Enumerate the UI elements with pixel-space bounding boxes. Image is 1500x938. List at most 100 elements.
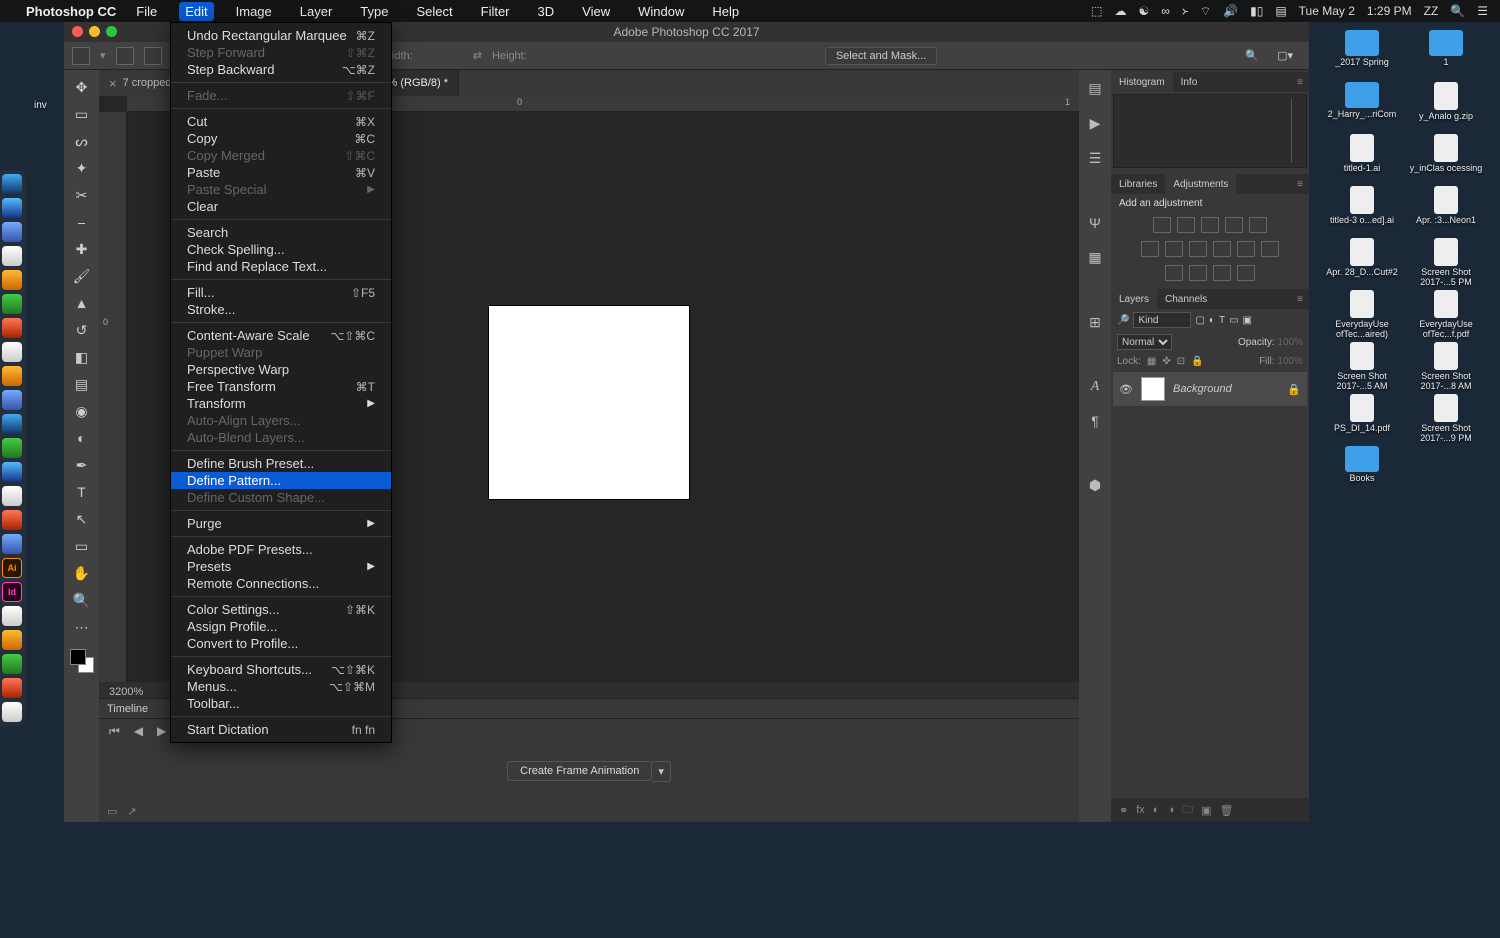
hand-tool[interactable]: ✋ <box>70 562 94 584</box>
edit-menu-item[interactable]: Paste⌘V <box>171 164 391 181</box>
character-panel-icon[interactable]: ⊞ <box>1089 314 1101 331</box>
colorlookup-icon[interactable] <box>1237 241 1255 257</box>
properties-panel-icon[interactable]: ☰ <box>1089 150 1102 167</box>
swatches-panel-icon[interactable]: ▦ <box>1088 249 1101 266</box>
move-tool[interactable]: ✥ <box>70 76 94 98</box>
spotlight-icon[interactable]: 🔍 <box>1450 4 1465 18</box>
timeline-slider-icon[interactable]: ▭ <box>107 805 117 818</box>
curves-icon[interactable] <box>1201 217 1219 233</box>
desktop-file[interactable]: _2017 Spring <box>1324 30 1400 78</box>
add-selection-icon[interactable] <box>144 47 162 65</box>
desktop-file[interactable]: Screen Shot 2017-...5 PM <box>1408 238 1484 286</box>
notification-icon[interactable]: ☰ <box>1477 4 1488 18</box>
kind-input[interactable] <box>1133 312 1191 328</box>
desktop-file[interactable]: titled-1.ai <box>1324 134 1400 182</box>
filter-shape-icon[interactable]: ▭ <box>1229 315 1238 326</box>
dock-app3[interactable] <box>2 510 22 530</box>
edit-menu-item[interactable]: Toolbar... <box>171 695 391 712</box>
dock-indesign[interactable]: Id <box>2 582 22 602</box>
invert-icon[interactable] <box>1165 265 1183 281</box>
brush-tool[interactable]: 🖌 <box>70 265 94 287</box>
path-tool[interactable]: ↖ <box>70 508 94 530</box>
dock-mail[interactable] <box>2 222 22 242</box>
panel-menu-icon[interactable]: ≡ <box>1291 294 1309 305</box>
menubar-user[interactable]: ZZ <box>1424 4 1439 18</box>
bluetooth-icon[interactable]: ᚛ <box>1182 4 1188 18</box>
dock-app6[interactable] <box>2 630 22 650</box>
desktop-file[interactable]: y_Analo g.zip <box>1408 82 1484 130</box>
desktop-file[interactable]: EverydayUse ofTec...aired) <box>1324 290 1400 338</box>
zoom-display[interactable]: 3200% <box>109 686 143 698</box>
edit-menu-item[interactable]: Stroke... <box>171 301 391 318</box>
zoom-tool[interactable]: 🔍 <box>70 589 94 611</box>
tab-histogram[interactable]: Histogram <box>1111 72 1173 92</box>
edit-menu-item[interactable]: Clear <box>171 198 391 215</box>
tab-layers[interactable]: Layers <box>1111 289 1157 309</box>
fill-value[interactable]: 100% <box>1277 356 1303 367</box>
panel-menu-icon[interactable]: ≡ <box>1291 77 1309 88</box>
brushes-panel-icon[interactable]: Ψ <box>1089 215 1101 231</box>
selective-color-icon[interactable] <box>1237 265 1255 281</box>
new-selection-icon[interactable] <box>116 47 134 65</box>
document-canvas[interactable] <box>489 306 689 499</box>
dock-illustrator[interactable]: Ai <box>2 558 22 578</box>
pen-tool[interactable]: ✒ <box>70 454 94 476</box>
desktop-file[interactable]: 1 <box>1408 30 1484 78</box>
tab-adjustments[interactable]: Adjustments <box>1165 174 1236 194</box>
photo-filter-icon[interactable] <box>1189 241 1207 257</box>
wifi-icon[interactable]: ⌔ <box>1200 4 1211 19</box>
tab-info[interactable]: Info <box>1173 72 1206 92</box>
desktop-file[interactable]: Screen Shot 2017-...9 PM <box>1408 394 1484 442</box>
flag-icon[interactable]: ▤ <box>1275 4 1286 18</box>
edit-menu-item[interactable]: Purge▶ <box>171 515 391 532</box>
menu-type[interactable]: Type <box>354 2 394 21</box>
edit-menu-item[interactable]: Remote Connections... <box>171 575 391 592</box>
menu-filter[interactable]: Filter <box>475 2 516 21</box>
blend-mode-select[interactable]: Normal <box>1117 334 1172 350</box>
desktop-file[interactable]: titled-3 o...ed].ai <box>1324 186 1400 234</box>
edit-menu-item[interactable]: Presets▶ <box>171 558 391 575</box>
dock-chrome[interactable] <box>2 678 22 698</box>
menu-select[interactable]: Select <box>410 2 458 21</box>
edit-menu-item[interactable]: Find and Replace Text... <box>171 258 391 275</box>
tab-channels[interactable]: Channels <box>1157 289 1215 309</box>
edit-menu-item[interactable]: Start Dictationfn fn <box>171 721 391 738</box>
opacity-value[interactable]: 100% <box>1277 337 1303 348</box>
menubar-date[interactable]: Tue May 2 <box>1299 4 1355 18</box>
type-tool[interactable]: T <box>70 481 94 503</box>
desktop-file[interactable]: Apr. 28_D...Cut#2 <box>1324 238 1400 286</box>
filter-type-icon[interactable]: T <box>1219 315 1225 326</box>
edit-menu-item[interactable]: Keyboard Shortcuts...⌥⇧⌘K <box>171 661 391 678</box>
menu-3d[interactable]: 3D <box>532 2 561 21</box>
panel-menu-icon[interactable]: ≡ <box>1291 179 1309 190</box>
gradient-tool[interactable]: ▤ <box>70 373 94 395</box>
brightness-icon[interactable] <box>1153 217 1171 233</box>
desktop-file[interactable]: PS_DI_14.pdf <box>1324 394 1400 442</box>
dock-safari[interactable] <box>2 198 22 218</box>
menubar-app[interactable]: Photoshop CC <box>26 4 116 19</box>
group-icon[interactable]: 🗀 <box>1182 801 1193 820</box>
menu-image[interactable]: Image <box>230 2 278 21</box>
volume-icon[interactable]: 🔊 <box>1223 4 1238 18</box>
create-frame-animation-button[interactable]: Create Frame Animation <box>507 761 652 781</box>
crop-tool[interactable]: ✂ <box>70 184 94 206</box>
eraser-tool[interactable]: ◧ <box>70 346 94 368</box>
adjustment-layer-icon[interactable]: ◑ <box>1167 804 1174 816</box>
edit-menu-item[interactable]: Search <box>171 224 391 241</box>
filter-pixel-icon[interactable]: ▢ <box>1195 315 1204 326</box>
menu-edit[interactable]: Edit <box>179 2 213 21</box>
menu-window[interactable]: Window <box>632 2 690 21</box>
lock-all-icon[interactable]: 🔒 <box>1191 356 1203 367</box>
history-panel-icon[interactable]: ▤ <box>1088 80 1101 97</box>
play-icon[interactable]: ▶ <box>157 724 166 738</box>
dock-facetime[interactable] <box>2 438 22 458</box>
vibrance-icon[interactable] <box>1249 217 1267 233</box>
edit-menu-item[interactable]: Undo Rectangular Marquee⌘Z <box>171 27 391 44</box>
battery-icon[interactable]: ▮▯ <box>1250 4 1263 18</box>
dock-app2[interactable] <box>2 486 22 506</box>
desktop-file[interactable]: Books <box>1324 446 1400 494</box>
lasso-tool[interactable]: ᔕ <box>70 130 94 152</box>
heal-tool[interactable]: ✚ <box>70 238 94 260</box>
edit-menu-item[interactable]: Free Transform⌘T <box>171 378 391 395</box>
desktop-file[interactable]: 2_Harry_...riCom <box>1324 82 1400 130</box>
